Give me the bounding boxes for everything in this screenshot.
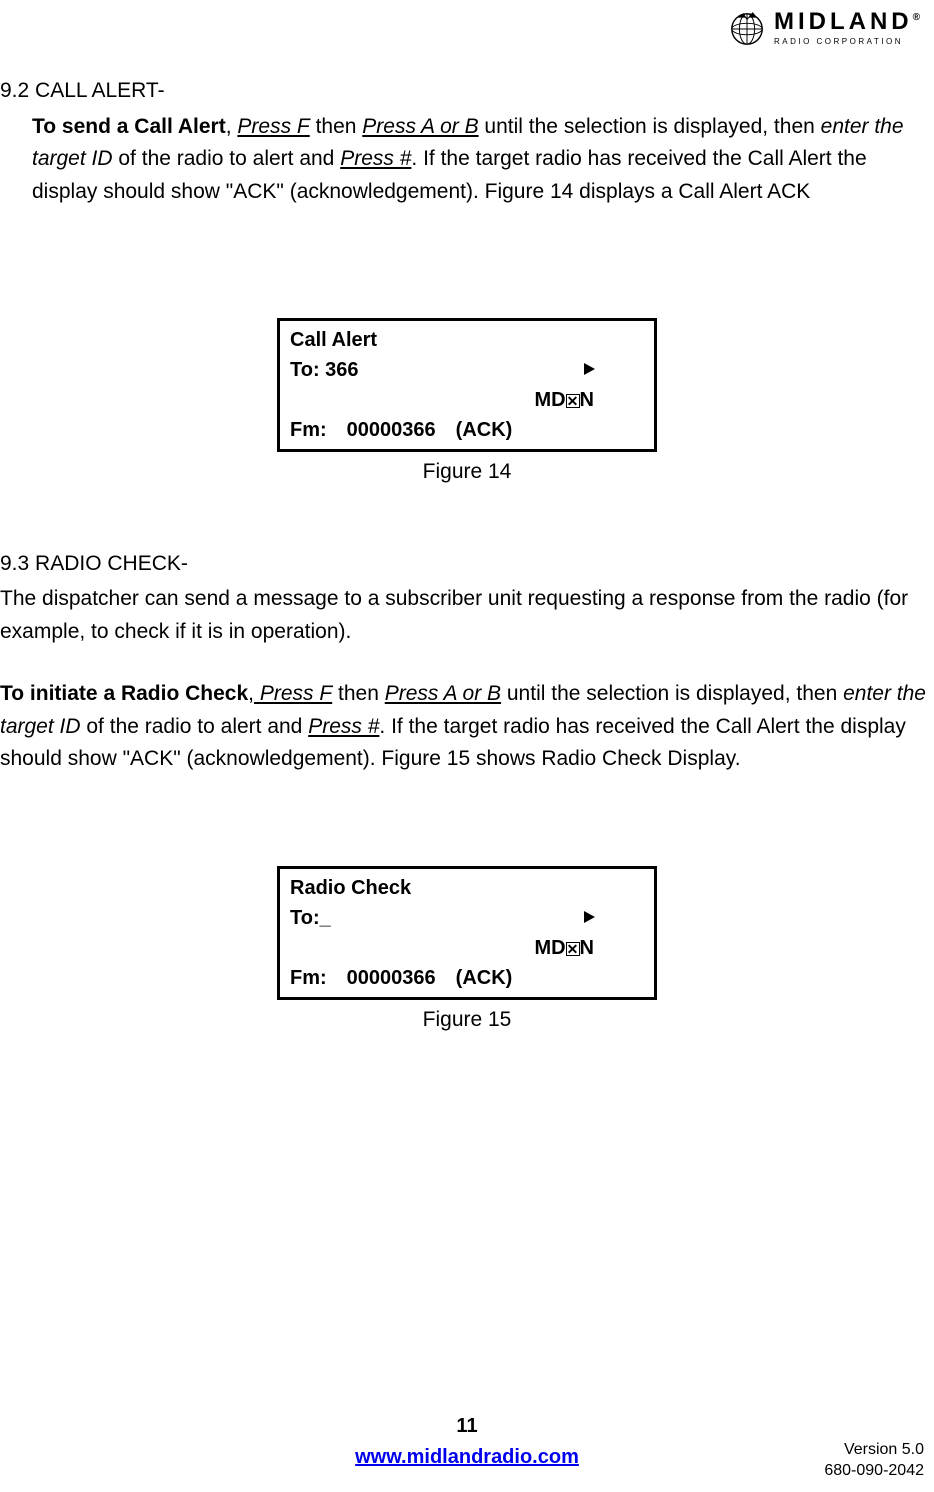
logo-text: MIDLAND® RADIO CORPORATION [774, 10, 924, 48]
version-text: Version 5.0 [824, 1440, 924, 1461]
press-f: Press F [237, 115, 309, 138]
display-md: MD✕N [534, 385, 594, 415]
radio-check-lead: To initiate a Radio Check [0, 682, 248, 705]
figure-14-caption: Figure 14 [0, 456, 934, 488]
press-hash-2: Press # [308, 715, 379, 738]
brand-name: MIDLAND® [774, 10, 924, 34]
display-title-2: Radio Check [290, 873, 644, 903]
section-9-2-body: To send a Call Alert, Press F then Press… [32, 111, 934, 209]
logo: MIDLAND® RADIO CORPORATION [728, 10, 924, 48]
brand-subtitle: RADIO CORPORATION [774, 36, 924, 48]
section-9-3-heading: 9.3 RADIO CHECK- [0, 548, 934, 580]
display-to-2: To:_ [290, 903, 331, 933]
display-to: To: 366 [290, 355, 359, 385]
section-9-3-body: To initiate a Radio Check, Press F then … [0, 678, 934, 776]
footer: 11 www.midlandradio.com [0, 1411, 934, 1473]
play-icon [582, 355, 596, 385]
page-number: 11 [0, 1411, 934, 1441]
play-icon-2 [582, 903, 596, 933]
display-md-2: MD✕N [534, 933, 594, 963]
figure-15-caption: Figure 15 [0, 1004, 934, 1036]
footer-meta: Version 5.0 680-090-2042 [824, 1440, 924, 1482]
press-hash: Press # [340, 147, 411, 170]
display-fm: Fm: 00000366 (ACK) [290, 415, 644, 445]
display-fm-2: Fm: 00000366 (ACK) [290, 963, 644, 993]
section-9-3-intro: The dispatcher can send a message to a s… [0, 583, 934, 648]
press-a-or-b-2: Press A or B [385, 682, 501, 705]
press-a-or-b: Press A or B [362, 115, 478, 138]
call-alert-lead: To send a Call Alert [32, 115, 226, 138]
figure-15-display: Radio Check To:_ MD✕N Fm: 00000366 (ACK) [277, 866, 657, 1000]
footer-link[interactable]: www.midlandradio.com [355, 1446, 579, 1468]
document-number: 680-090-2042 [824, 1461, 924, 1482]
globe-icon [728, 10, 766, 48]
press-f-2: Press F [254, 682, 332, 705]
section-9-2-heading: 9.2 CALL ALERT- [0, 75, 934, 107]
figure-14-display: Call Alert To: 366 MD✕N Fm: 00000366 (AC… [277, 318, 657, 452]
display-title: Call Alert [290, 325, 644, 355]
